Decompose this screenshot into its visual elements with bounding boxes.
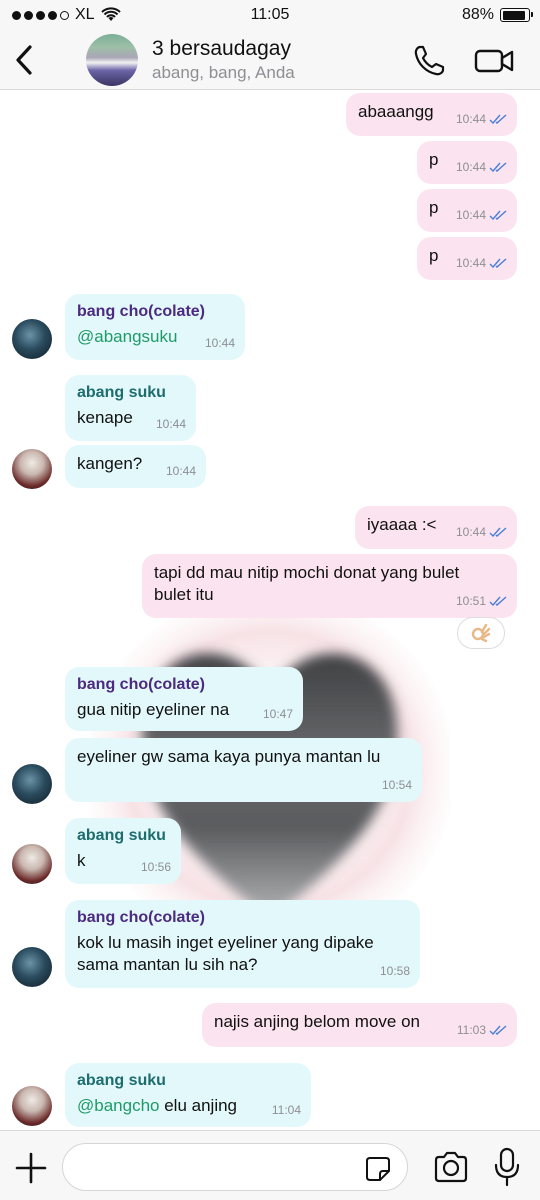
chat-participants[interactable]: abang, bang, Anda (152, 63, 295, 83)
sender-name: bang cho(colate) (77, 676, 206, 693)
message-text: elu anjing (159, 1096, 238, 1115)
message-text: k (77, 851, 86, 870)
chat-header: 3 bersaudagay abang, bang, Anda (0, 30, 540, 90)
back-arrow-icon[interactable] (10, 42, 40, 78)
avatar-bang-cho[interactable] (12, 319, 52, 359)
message-time: 10:47 (262, 707, 293, 721)
mention-link[interactable]: @bangcho (77, 1096, 160, 1115)
outgoing-message[interactable]: tapi dd mau nitip mochi donat yang bulet… (142, 554, 517, 618)
plus-icon[interactable] (14, 1151, 48, 1185)
avatar-bang-cho[interactable] (12, 947, 52, 987)
message-time: 10:54 (381, 778, 412, 792)
outgoing-message[interactable]: p 10:44 (417, 189, 517, 232)
chat-title[interactable]: 3 bersaudagay (152, 37, 291, 61)
message-reaction[interactable] (457, 617, 505, 649)
read-ticks-icon (489, 210, 507, 220)
read-ticks-icon (489, 527, 507, 537)
outgoing-message[interactable]: p 10:44 (417, 141, 517, 184)
message-time: 10:44 (455, 112, 486, 126)
battery-icon (500, 8, 533, 22)
message-time: 10:56 (140, 860, 171, 874)
read-ticks-icon (489, 162, 507, 172)
message-text: gua nitip eyeliner na (77, 700, 230, 719)
sender-name: bang cho(colate) (77, 303, 206, 320)
read-ticks-icon (489, 114, 507, 124)
avatar-abang-suku[interactable] (12, 449, 52, 489)
message-text: abaaangg (358, 102, 434, 121)
message-time: 10:44 (455, 160, 486, 174)
message-composer (0, 1130, 540, 1200)
video-call-icon[interactable] (474, 46, 514, 76)
message-time: 10:44 (204, 336, 235, 350)
incoming-message[interactable]: bang cho(colate) @abangsuku 10:44 (65, 294, 245, 360)
phone-call-icon[interactable] (412, 44, 446, 78)
microphone-icon[interactable] (494, 1147, 520, 1187)
avatar-abang-suku[interactable] (12, 844, 52, 884)
incoming-message[interactable]: abang suku kenape 10:44 (65, 375, 196, 441)
outgoing-message[interactable]: najis anjing belom move on 11:03 (202, 1003, 517, 1047)
read-ticks-icon (489, 596, 507, 606)
message-text: kangen? (77, 454, 143, 473)
incoming-message[interactable]: abang suku @bangcho elu anjing 11:04 (65, 1063, 311, 1127)
sender-name: bang cho(colate) (77, 909, 206, 926)
message-text: kenape (77, 408, 133, 427)
avatar-bang-cho[interactable] (12, 764, 52, 804)
battery-percent: 88% (461, 6, 494, 23)
message-time: 10:44 (165, 464, 196, 478)
incoming-message[interactable]: abang suku k 10:56 (65, 818, 181, 884)
message-text-line-2: bulet itu (154, 585, 214, 604)
sender-name: abang suku (77, 384, 166, 401)
camera-icon[interactable] (432, 1151, 470, 1183)
message-input[interactable] (62, 1143, 408, 1191)
message-time: 10:51 (455, 594, 486, 608)
message-text: iyaaaa :< (367, 515, 437, 534)
message-text-line-1: kok lu masih inget eyeliner yang dipake (77, 933, 374, 952)
message-text-line-1: tapi dd mau nitip mochi donat yang bulet (154, 563, 460, 582)
incoming-message[interactable]: eyeliner gw sama kaya punya mantan lu 10… (65, 738, 422, 802)
sender-name: abang suku (77, 1072, 166, 1089)
message-time: 10:44 (455, 525, 486, 539)
status-time: 11:05 (250, 6, 290, 23)
incoming-message[interactable]: kangen? 10:44 (65, 445, 206, 488)
outgoing-message[interactable]: iyaaaa :< 10:44 (355, 506, 517, 549)
message-text: p (429, 198, 439, 217)
message-text: eyeliner gw sama kaya punya mantan lu (77, 747, 381, 766)
message-time: 10:44 (155, 417, 186, 431)
outgoing-message[interactable]: abaaangg 10:44 (346, 93, 517, 136)
message-time: 11:04 (271, 1103, 301, 1117)
message-time: 11:03 (456, 1023, 486, 1037)
outgoing-message[interactable]: p 10:44 (417, 237, 517, 280)
incoming-message[interactable]: bang cho(colate) gua nitip eyeliner na 1… (65, 667, 303, 731)
ok-hand-icon (471, 623, 491, 643)
read-ticks-icon (489, 1025, 507, 1035)
message-text: najis anjing belom move on (214, 1012, 421, 1031)
group-avatar[interactable] (86, 34, 138, 86)
message-time: 10:44 (455, 256, 486, 270)
message-text-line-2: sama mantan lu sih na? (77, 955, 258, 974)
message-list[interactable]: abaaangg 10:44 p 10:44 p 10:44 p 10:44 b… (0, 90, 540, 1130)
sticker-icon[interactable] (364, 1155, 392, 1183)
message-text: p (429, 246, 439, 265)
message-text: p (429, 150, 439, 169)
message-time: 10:44 (455, 208, 486, 222)
sender-name: abang suku (77, 827, 166, 844)
read-ticks-icon (489, 258, 507, 268)
message-time: 10:58 (379, 964, 410, 978)
mention-link[interactable]: @abangsuku (77, 327, 177, 346)
status-bar: XL 11:05 88% (0, 0, 540, 30)
incoming-message[interactable]: bang cho(colate) kok lu masih inget eyel… (65, 900, 420, 988)
avatar-abang-suku[interactable] (12, 1086, 52, 1126)
